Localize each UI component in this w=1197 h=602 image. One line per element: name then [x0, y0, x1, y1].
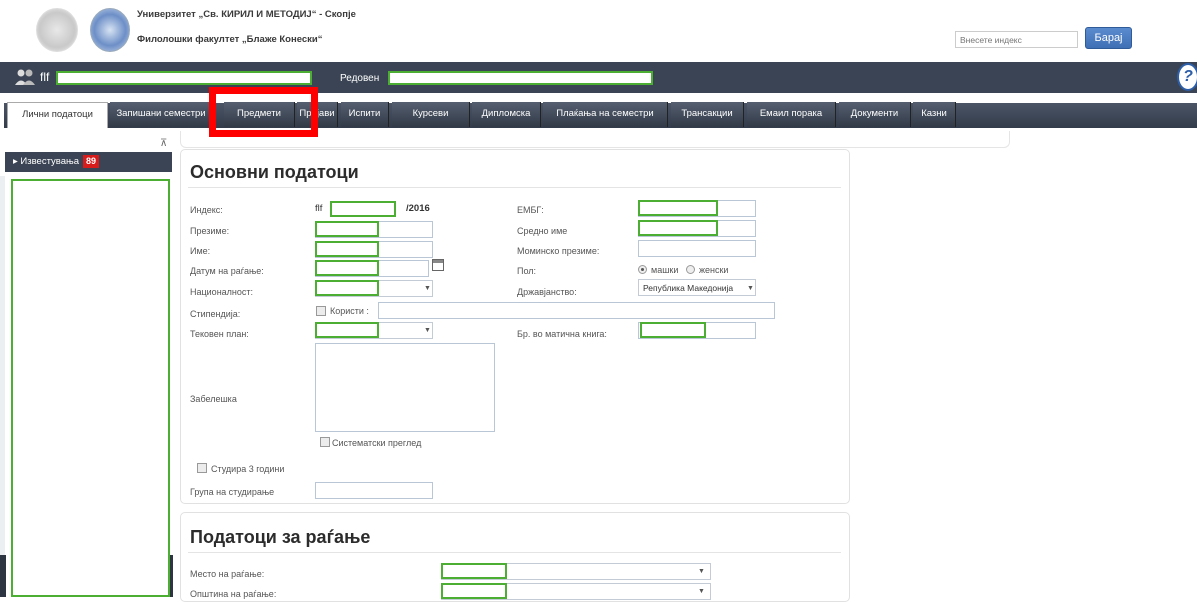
scholarship-input[interactable]	[378, 302, 775, 319]
curriculum-label: Тековен план:	[190, 329, 249, 339]
university-name: Универзитет „Св. КИРИЛ И МЕТОДИЈ“ - Скоп…	[137, 9, 356, 20]
group-input[interactable]	[315, 482, 433, 499]
tab-documents[interactable]: Документи	[839, 102, 911, 127]
divider	[188, 187, 841, 188]
index-prefix: flf	[315, 203, 323, 214]
note-label: Забелешка	[190, 394, 237, 404]
study-status: Редовен	[340, 73, 380, 84]
scholarship-checkbox[interactable]	[316, 306, 326, 316]
citizenship-label: Државјанство:	[517, 287, 577, 297]
scholarship-label: Стипендија:	[190, 309, 241, 319]
tab-semester-payments[interactable]: Плаќања на семестри	[543, 102, 668, 127]
three-years-label: Студира 3 години	[211, 464, 285, 474]
highlight-annotation	[209, 87, 318, 137]
notifications-label: ▸ Известувања	[13, 156, 79, 167]
tab-exams[interactable]: Испити	[341, 102, 389, 127]
sidebar-bottom-handle	[0, 555, 6, 597]
notifications-badge: 89	[83, 155, 100, 168]
nationality-value	[315, 280, 379, 296]
embg-label: ЕМБГ:	[517, 205, 544, 215]
faculty-name: Филолошки факултет „Блаже Конески“	[137, 34, 323, 45]
redacted-status-field	[388, 71, 653, 85]
university-logo	[36, 8, 78, 52]
embg-value	[638, 200, 718, 216]
scholarship-checkbox-label: Користи :	[330, 306, 369, 316]
help-icon[interactable]: ?	[1177, 63, 1197, 91]
index-number-field[interactable]	[330, 201, 396, 217]
name-value	[315, 241, 379, 257]
sidebar-splitter[interactable]	[170, 555, 173, 597]
index-year: /2016	[406, 203, 430, 214]
maiden-name-input[interactable]	[638, 240, 756, 257]
book-number-value	[640, 322, 706, 338]
gender-label: Пол:	[517, 266, 537, 276]
birthdate-label: Датум на раѓање:	[190, 266, 264, 276]
note-textarea[interactable]	[315, 343, 495, 432]
user-index-prefix: flf	[40, 70, 50, 84]
citizenship-value: Република Македонија	[643, 283, 734, 293]
tab-enrolled-semesters[interactable]: Запишани семестри	[110, 102, 213, 127]
content-top-strip	[180, 131, 1010, 148]
middle-name-value	[638, 220, 718, 236]
search-button[interactable]: Барај	[1085, 27, 1132, 49]
search-input[interactable]	[955, 31, 1078, 48]
chevron-down-icon: ▼	[747, 285, 754, 292]
gender-female-radio[interactable]	[686, 265, 695, 274]
index-label: Индекс:	[190, 205, 223, 215]
pin-icon[interactable]: ⊼	[160, 138, 167, 149]
tab-thesis[interactable]: Дипломска	[472, 102, 541, 127]
name-label: Име:	[190, 246, 211, 256]
gender-male-radio[interactable]	[638, 265, 647, 274]
birth-info-title: Податоци за раѓање	[190, 527, 371, 547]
gender-male-label: машки	[651, 265, 679, 275]
basic-info-title: Основни податоци	[190, 162, 359, 182]
surname-label: Презиме:	[190, 226, 230, 236]
calendar-icon[interactable]	[432, 259, 444, 271]
tab-penalties[interactable]: Казни	[913, 102, 956, 127]
users-icon	[15, 69, 35, 85]
chevron-down-icon: ▼	[424, 285, 431, 292]
systematic-label: Систематски преглед	[332, 438, 422, 448]
notifications-panel	[11, 179, 170, 597]
systematic-checkbox[interactable]	[320, 437, 330, 447]
divider	[188, 552, 841, 553]
chevron-down-icon: ▼	[698, 568, 705, 575]
user-bar: flf Редовен	[0, 62, 1197, 93]
tab-personal-data[interactable]: Лични податоци	[7, 102, 108, 128]
nationality-label: Националност:	[190, 287, 254, 297]
birth-municipality-label: Општина на раѓање:	[190, 589, 277, 599]
faculty-logo	[90, 8, 130, 52]
tab-email-message[interactable]: Емаил порака	[747, 102, 836, 127]
three-years-checkbox[interactable]	[197, 463, 207, 473]
tab-transactions[interactable]: Трансакции	[671, 102, 744, 127]
redacted-user-name	[56, 71, 312, 85]
sidebar-edge	[0, 176, 5, 597]
citizenship-select[interactable]: Република Македонија	[638, 279, 756, 296]
chevron-down-icon: ▼	[698, 588, 705, 595]
group-label: Група на студирање	[190, 487, 275, 497]
gender-female-label: женски	[699, 265, 729, 275]
header: Универзитет „Св. КИРИЛ И МЕТОДИЈ“ - Скоп…	[0, 0, 1197, 60]
notifications-header[interactable]: ▸ Известувања 89	[5, 152, 172, 172]
tab-courses[interactable]: Курсеви	[392, 102, 470, 127]
middle-name-label: Средно име	[517, 226, 568, 236]
chevron-down-icon: ▼	[424, 327, 431, 334]
birth-place-value	[441, 563, 507, 579]
book-number-label: Бр. во матична книга:	[517, 329, 607, 339]
surname-value	[315, 221, 379, 237]
maiden-name-label: Моминско презиме:	[517, 246, 600, 256]
birthdate-value	[315, 260, 379, 276]
curriculum-value	[315, 322, 379, 338]
birth-place-label: Место на раѓање:	[190, 569, 265, 579]
